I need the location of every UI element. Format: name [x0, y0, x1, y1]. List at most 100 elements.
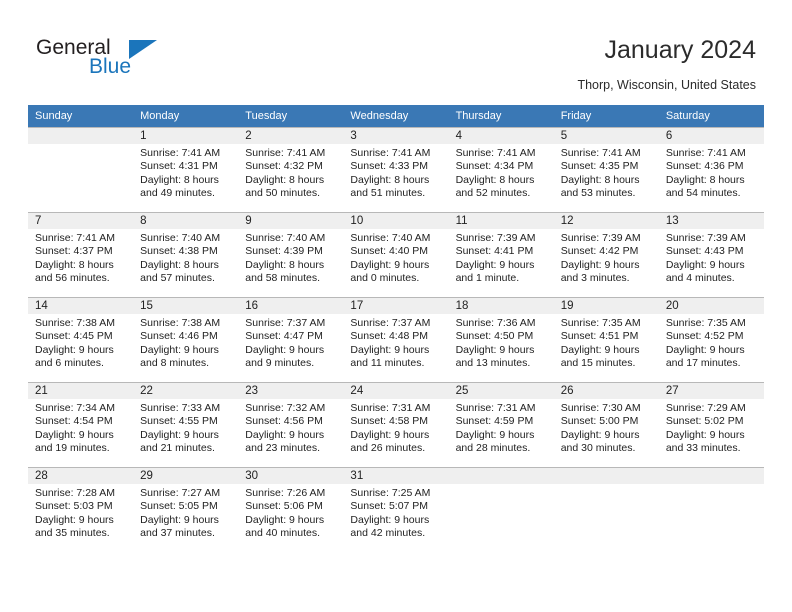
calendar-day-cell-empty [658, 467, 764, 552]
daylight-hours: Daylight: 9 hours [350, 258, 430, 271]
day-details: Sunrise: 7:30 AM Sunset: 5:00 PM Daylight:… [554, 399, 659, 456]
daylight-minutes: and 51 minutes. [350, 187, 426, 200]
sunset-time: Sunset: 4:39 PM [245, 245, 323, 258]
calendar-day-cell[interactable]: 14 Sunrise: 7:38 AM Sunset: 4:45 PM Dayligh… [28, 297, 134, 383]
calendar-day-cell[interactable]: 4 Sunrise: 7:41 AM Sunset: 4:34 PM Daylight… [448, 127, 554, 213]
daylight-minutes: and 3 minutes. [560, 272, 630, 285]
daylight-hours: Daylight: 9 hours [455, 258, 535, 271]
calendar-day-cell[interactable]: 29 Sunrise: 7:27 AM Sunset: 5:05 PM Dayligh… [133, 467, 239, 552]
sunset-time: Sunset: 5:05 PM [140, 500, 218, 513]
day-details [659, 484, 764, 541]
daylight-minutes: and 15 minutes. [560, 357, 636, 370]
sunset-time: Sunset: 4:56 PM [245, 415, 323, 428]
calendar-day-cell[interactable]: 9 Sunrise: 7:40 AM Sunset: 4:39 PM Daylight… [238, 212, 344, 298]
sunrise-time: Sunrise: 7:25 AM [350, 487, 431, 499]
calendar-day-cell[interactable]: 13 Sunrise: 7:39 AM Sunset: 4:43 PM Dayligh… [658, 212, 764, 298]
day-details: Sunrise: 7:39 AM Sunset: 4:43 PM Daylight:… [659, 229, 764, 286]
day-details: Sunrise: 7:32 AM Sunset: 4:56 PM Daylight:… [238, 399, 343, 456]
calendar-day-cell[interactable]: 12 Sunrise: 7:39 AM Sunset: 4:42 PM Dayligh… [553, 212, 659, 298]
calendar-day-cell[interactable]: 23 Sunrise: 7:32 AM Sunset: 4:56 PM Dayligh… [238, 382, 344, 468]
calendar-page: General Blue January 2024 Thorp, Wiscons… [0, 0, 792, 612]
sunset-time: Sunset: 4:59 PM [455, 415, 534, 428]
calendar-day-cell[interactable]: 31 Sunrise: 7:25 AM Sunset: 5:07 PM Dayligh… [343, 467, 449, 552]
day-details: Sunrise: 7:31 AM Sunset: 4:59 PM Daylight:… [449, 399, 554, 456]
daylight-minutes: and 23 minutes. [245, 442, 320, 455]
day-details: Sunrise: 7:27 AM Sunset: 5:05 PM Daylight:… [133, 484, 238, 541]
calendar-header-row: Sunday Monday Tuesday Wednesday Thursday… [28, 105, 764, 128]
day-number: 18 [448, 298, 554, 314]
day-details: Sunrise: 7:29 AM Sunset: 5:02 PM Daylight:… [659, 399, 764, 456]
day-number [448, 468, 554, 484]
sunrise-time: Sunrise: 7:40 AM [245, 232, 326, 244]
day-details [28, 144, 133, 201]
calendar-week-row: 1 Sunrise: 7:41 AM Sunset: 4:31 PM Daylight… [28, 127, 764, 213]
calendar-day-cell[interactable]: 1 Sunrise: 7:41 AM Sunset: 4:31 PM Daylight… [133, 127, 239, 213]
daylight-hours: Daylight: 8 hours [140, 173, 219, 186]
calendar-day-cell[interactable]: 25 Sunrise: 7:31 AM Sunset: 4:59 PM Dayligh… [448, 382, 554, 468]
calendar-day-cell[interactable]: 11 Sunrise: 7:39 AM Sunset: 4:41 PM Dayligh… [448, 212, 554, 298]
weekday-header-wednesday: Wednesday [343, 105, 449, 128]
weekday-header-saturday: Saturday [658, 105, 764, 128]
calendar-week-row: 14 Sunrise: 7:38 AM Sunset: 4:45 PM Dayligh… [28, 297, 764, 383]
day-number: 11 [448, 213, 554, 229]
sunrise-time: Sunrise: 7:35 AM [665, 317, 746, 329]
general-blue-logo[interactable]: General Blue [36, 36, 216, 86]
calendar-day-cell[interactable]: 19 Sunrise: 7:35 AM Sunset: 4:51 PM Dayligh… [553, 297, 659, 383]
calendar-day-cell[interactable]: 16 Sunrise: 7:37 AM Sunset: 4:47 PM Dayligh… [238, 297, 344, 383]
sunrise-time: Sunrise: 7:28 AM [35, 487, 115, 499]
calendar-day-cell[interactable]: 17 Sunrise: 7:37 AM Sunset: 4:48 PM Dayligh… [343, 297, 449, 383]
calendar-day-cell[interactable]: 8 Sunrise: 7:40 AM Sunset: 4:38 PM Daylight… [133, 212, 239, 298]
weekday-header-thursday: Thursday [448, 105, 554, 128]
calendar-day-cell[interactable]: 18 Sunrise: 7:36 AM Sunset: 4:50 PM Dayligh… [448, 297, 554, 383]
calendar-day-cell[interactable]: 10 Sunrise: 7:40 AM Sunset: 4:40 PM Dayligh… [343, 212, 449, 298]
day-details: Sunrise: 7:41 AM Sunset: 4:37 PM Daylight:… [28, 229, 133, 286]
sunrise-time: Sunrise: 7:40 AM [140, 232, 221, 244]
sunrise-time: Sunrise: 7:41 AM [560, 147, 641, 159]
calendar-day-cell[interactable]: 21 Sunrise: 7:34 AM Sunset: 4:54 PM Dayligh… [28, 382, 134, 468]
daylight-minutes: and 53 minutes. [560, 187, 636, 200]
daylight-minutes: and 35 minutes. [35, 527, 110, 540]
sunset-time: Sunset: 4:38 PM [140, 245, 218, 258]
day-number: 8 [133, 213, 239, 229]
calendar-day-cell[interactable]: 15 Sunrise: 7:38 AM Sunset: 4:46 PM Dayligh… [133, 297, 239, 383]
day-details: Sunrise: 7:39 AM Sunset: 4:41 PM Daylight:… [449, 229, 554, 286]
daylight-hours: Daylight: 8 hours [35, 258, 114, 271]
day-details: Sunrise: 7:40 AM Sunset: 4:40 PM Daylight:… [343, 229, 448, 286]
sunrise-time: Sunrise: 7:35 AM [560, 317, 641, 329]
sunrise-sunset-calendar: Sunday Monday Tuesday Wednesday Thursday… [28, 105, 764, 552]
daylight-hours: Daylight: 8 hours [350, 173, 430, 186]
calendar-day-cell[interactable]: 27 Sunrise: 7:29 AM Sunset: 5:02 PM Dayligh… [658, 382, 764, 468]
calendar-day-cell[interactable]: 2 Sunrise: 7:41 AM Sunset: 4:32 PM Daylight… [238, 127, 344, 213]
daylight-minutes: and 28 minutes. [455, 442, 531, 455]
calendar-day-cell-empty [28, 127, 134, 213]
calendar-day-cell[interactable]: 5 Sunrise: 7:41 AM Sunset: 4:35 PM Daylight… [553, 127, 659, 213]
calendar-day-cell[interactable]: 26 Sunrise: 7:30 AM Sunset: 5:00 PM Dayligh… [553, 382, 659, 468]
sunset-time: Sunset: 4:31 PM [140, 160, 218, 173]
calendar-day-cell[interactable]: 20 Sunrise: 7:35 AM Sunset: 4:52 PM Dayligh… [658, 297, 764, 383]
sunset-time: Sunset: 4:40 PM [350, 245, 429, 258]
day-details: Sunrise: 7:33 AM Sunset: 4:55 PM Daylight:… [133, 399, 238, 456]
daylight-hours: Daylight: 9 hours [140, 513, 219, 526]
calendar-day-cell[interactable]: 28 Sunrise: 7:28 AM Sunset: 5:03 PM Dayligh… [28, 467, 134, 552]
sunrise-time: Sunrise: 7:41 AM [245, 147, 326, 159]
daylight-minutes: and 11 minutes. [350, 357, 425, 370]
calendar-day-cell[interactable]: 22 Sunrise: 7:33 AM Sunset: 4:55 PM Dayligh… [133, 382, 239, 468]
day-number: 20 [658, 298, 764, 314]
daylight-hours: Daylight: 9 hours [140, 428, 219, 441]
day-number: 19 [553, 298, 659, 314]
calendar-day-cell[interactable]: 6 Sunrise: 7:41 AM Sunset: 4:36 PM Daylight… [658, 127, 764, 213]
sunset-time: Sunset: 4:45 PM [35, 330, 113, 343]
calendar-day-cell[interactable]: 7 Sunrise: 7:41 AM Sunset: 4:37 PM Daylight… [28, 212, 134, 298]
calendar-day-cell[interactable]: 24 Sunrise: 7:31 AM Sunset: 4:58 PM Dayligh… [343, 382, 449, 468]
sunset-time: Sunset: 5:07 PM [350, 500, 429, 513]
daylight-minutes: and 49 minutes. [140, 187, 215, 200]
daylight-minutes: and 6 minutes. [35, 357, 104, 370]
calendar-day-cell[interactable]: 30 Sunrise: 7:26 AM Sunset: 5:06 PM Dayligh… [238, 467, 344, 552]
sunset-time: Sunset: 4:50 PM [455, 330, 534, 343]
daylight-minutes: and 58 minutes. [245, 272, 320, 285]
calendar-day-cell[interactable]: 3 Sunrise: 7:41 AM Sunset: 4:33 PM Daylight… [343, 127, 449, 213]
daylight-minutes: and 26 minutes. [350, 442, 426, 455]
daylight-minutes: and 37 minutes. [140, 527, 215, 540]
sunset-time: Sunset: 4:36 PM [665, 160, 744, 173]
day-details: Sunrise: 7:31 AM Sunset: 4:58 PM Daylight:… [343, 399, 448, 456]
